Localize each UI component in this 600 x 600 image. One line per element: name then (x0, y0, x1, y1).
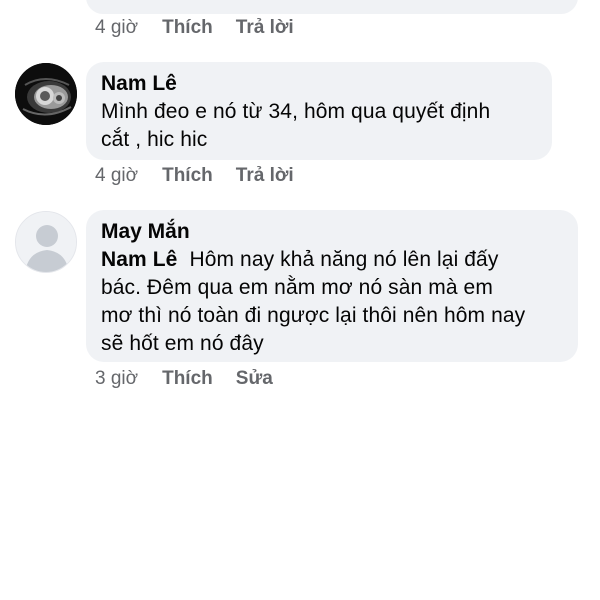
reply-button[interactable]: Trả lời (236, 165, 294, 187)
comment-actions: 3 giờ Thích Sửa (95, 368, 296, 390)
previous-comment-bubble (86, 0, 578, 14)
like-button[interactable]: Thích (162, 368, 213, 390)
reply-button[interactable]: Trả lời (236, 17, 294, 39)
comment-timestamp[interactable]: 3 giờ (95, 368, 138, 390)
comment-author[interactable]: Nam Lê (101, 72, 177, 96)
like-button[interactable]: Thích (162, 165, 213, 187)
comment-text-line: mơ thì nó toàn đi ngược lại thôi nên hôm… (101, 304, 526, 327)
car-headlight-avatar[interactable] (15, 63, 77, 125)
comment-thread: 4 giờ Thích Trả lời Nam Lê Mình đeo e nó… (0, 0, 600, 600)
comment-text-line: Mình đeo e nó từ 34, hôm qua quyết định (101, 100, 491, 123)
default-user-avatar[interactable] (15, 211, 77, 273)
comment-text-segment: Hôm nay khả năng nó lên lại đấy (189, 248, 499, 271)
comment-timestamp[interactable]: 4 giờ (95, 17, 138, 39)
comment-text-line: Nam Lê Hôm nay khả năng nó lên lại đấy (101, 248, 498, 272)
comment-text-line: sẽ hốt em nó đây (101, 332, 264, 355)
mention-link[interactable]: Nam Lê (101, 248, 177, 271)
comment-text-line: cắt , hic hic (101, 128, 208, 151)
edit-button[interactable]: Sửa (236, 368, 273, 390)
comment-actions: 4 giờ Thích Trả lời (95, 165, 317, 187)
comment-text-line: bác. Đêm qua em nằm mơ nó sàn mà em (101, 276, 493, 299)
like-button[interactable]: Thích (162, 17, 213, 39)
comment-timestamp[interactable]: 4 giờ (95, 165, 138, 187)
previous-comment-actions: 4 giờ Thích Trả lời (95, 17, 317, 39)
comment-author[interactable]: May Mắn (101, 220, 190, 244)
